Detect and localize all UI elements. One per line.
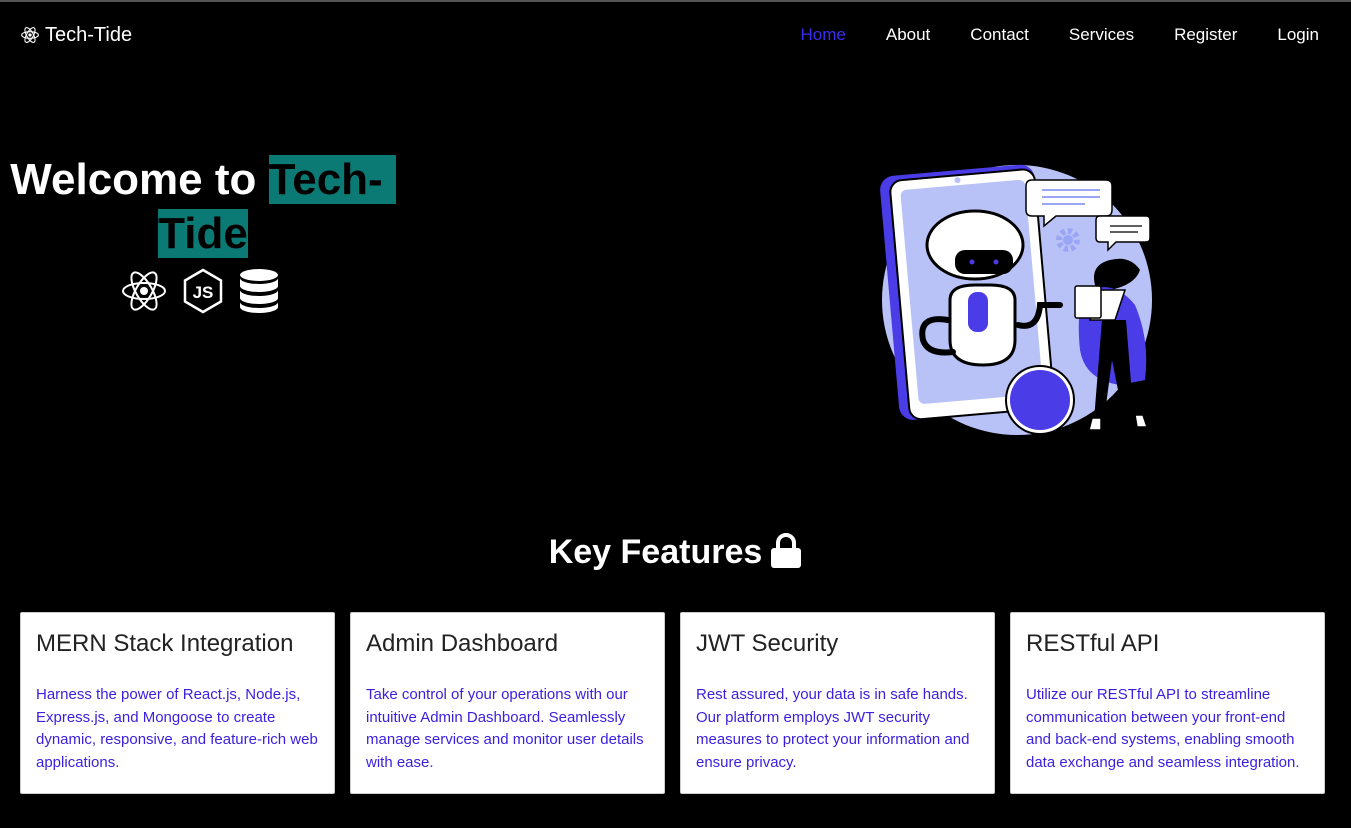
svg-text:JS: JS bbox=[193, 283, 214, 302]
card-text: Take control of your operations with our… bbox=[366, 686, 644, 771]
lock-icon bbox=[771, 533, 802, 568]
nav-home-link[interactable]: Home bbox=[801, 25, 846, 45]
card-text: Utilize our RESTful API to streamline co… bbox=[1026, 686, 1300, 771]
card-title: Admin Dashboard bbox=[366, 630, 559, 657]
nav-links: Home About Contact Services Register Log… bbox=[761, 25, 1320, 45]
nav-about-link[interactable]: About bbox=[886, 25, 930, 45]
database-icon bbox=[240, 269, 278, 313]
nav-login-link[interactable]: Login bbox=[1277, 25, 1319, 45]
brand-logo[interactable]: Tech-Tide bbox=[20, 23, 132, 47]
card-title: RESTful API bbox=[1026, 630, 1160, 657]
card-text: Rest assured, your data is in safe hands… bbox=[696, 686, 970, 771]
hero-title-prefix: Welcome to bbox=[10, 155, 269, 204]
card-title: JWT Security bbox=[696, 630, 839, 657]
nav-services-link[interactable]: Services bbox=[1069, 25, 1134, 45]
navbar: Tech-Tide Home About Contact Services Re… bbox=[0, 2, 1351, 68]
nodejs-icon: JS bbox=[183, 268, 223, 314]
hero-title-highlight-2: Tide bbox=[158, 209, 248, 258]
tech-icons: JS bbox=[120, 268, 280, 314]
react-atom-icon bbox=[21, 27, 39, 43]
feature-card-admin-dashboard: Admin Dashboard Take control of your ope… bbox=[350, 612, 665, 794]
brand-name: Tech-Tide bbox=[45, 23, 133, 46]
react-icon bbox=[122, 271, 166, 311]
hero-title-highlight-1: Tech- bbox=[268, 155, 396, 204]
hero-title: Welcome to Tech- Tide bbox=[10, 153, 396, 261]
nav-register-link[interactable]: Register bbox=[1174, 25, 1237, 45]
nav-contact-link[interactable]: Contact bbox=[970, 25, 1029, 45]
robot-assistant-illustration bbox=[880, 164, 1152, 435]
card-text: Harness the power of React.js, Node.js, … bbox=[36, 686, 318, 771]
key-features-title: Key Features bbox=[548, 533, 763, 571]
key-features-heading: Key Features bbox=[0, 530, 1351, 574]
feature-cards: MERN Stack Integration Harness the power… bbox=[20, 612, 1325, 794]
feature-card-jwt-security: JWT Security Rest assured, your data is … bbox=[680, 612, 995, 794]
card-title: MERN Stack Integration bbox=[36, 630, 294, 657]
feature-card-restful-api: RESTful API Utilize our RESTful API to s… bbox=[1010, 612, 1325, 794]
feature-card-mern: MERN Stack Integration Harness the power… bbox=[20, 612, 335, 794]
